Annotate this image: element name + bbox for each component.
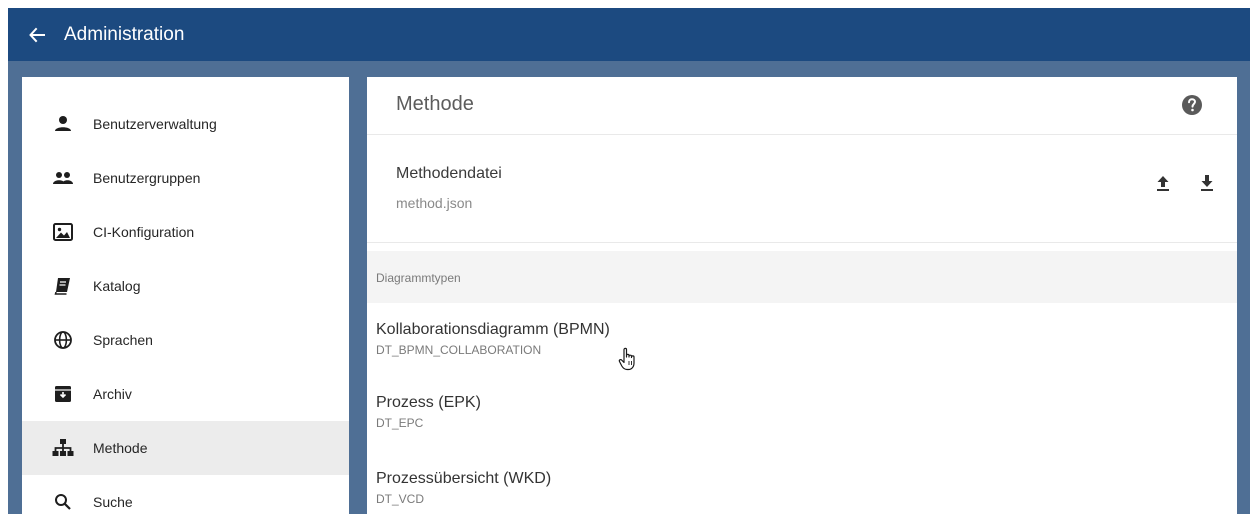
diagram-type-code: DT_EPC [376,416,424,430]
page-title: Methode [396,93,474,115]
upload-button[interactable] [1153,173,1173,193]
sidebar: Benutzerverwaltung Benutzergruppen CI-Ko… [22,77,349,514]
sidebar-item-katalog[interactable]: Katalog [22,259,349,313]
section-title: Diagrammtypen [376,271,461,285]
back-button[interactable] [26,24,48,46]
book-icon [52,275,74,297]
section-header: Diagrammtypen [367,251,1237,303]
globe-icon [52,329,74,351]
upload-icon [1157,176,1169,191]
sidebar-item-benutzerverwaltung[interactable]: Benutzerverwaltung [22,97,349,151]
method-file-label: Methodendatei [396,165,502,182]
archive-icon [52,383,74,405]
diagram-type-name: Prozess (EPK) [376,394,481,411]
sidebar-item-label: Archiv [93,386,132,402]
sidebar-item-label: Sprachen [93,332,153,348]
diagram-type-code: DT_BPMN_COLLABORATION [376,343,542,357]
sidebar-item-methode[interactable]: Methode [22,421,349,475]
sidebar-item-label: Methode [93,440,148,456]
method-file-name: method.json [396,195,473,211]
diagram-type-item[interactable]: Prozess (EPK) DT_EPC [367,394,1237,448]
sidebar-item-benutzergruppen[interactable]: Benutzergruppen [22,151,349,205]
sidebar-item-label: CI-Konfiguration [93,224,195,240]
method-panel: Methode Methodendatei method.json Diagra… [367,77,1237,514]
sidebar-item-label: Suche [93,494,133,510]
download-icon [1201,175,1213,191]
diagram-type-item[interactable]: Kollaborationsdiagramm (BPMN) DT_BPMN_CO… [367,321,1237,375]
file-divider [367,242,1237,243]
sidebar-item-sprachen[interactable]: Sprachen [22,313,349,367]
sidebar-item-archiv[interactable]: Archiv [22,367,349,421]
app-header: Administration [8,8,1250,61]
sitemap-icon [52,437,74,459]
people-icon [52,167,74,189]
sidebar-item-label: Katalog [93,278,141,294]
header-divider [367,134,1237,135]
diagram-type-item[interactable]: Prozessübersicht (WKD) DT_VCD [367,470,1237,514]
sidebar-item-suche[interactable]: Suche [22,475,349,514]
download-button[interactable] [1197,173,1217,193]
diagram-type-code: DT_VCD [376,492,425,506]
image-icon [52,221,74,243]
diagram-type-name: Kollaborationsdiagramm (BPMN) [376,321,610,338]
diagram-type-name: Prozessübersicht (WKD) [376,470,552,487]
person-icon [52,113,74,135]
search-icon [52,491,74,513]
hand-pointer-cursor-icon [618,346,638,372]
sidebar-item-label: Benutzerverwaltung [93,116,217,132]
app-title: Administration [64,23,185,45]
sidebar-item-label: Benutzergruppen [93,170,201,186]
help-button[interactable] [1181,94,1203,116]
arrow-left-icon [29,27,45,42]
sidebar-item-ci-konfiguration[interactable]: CI-Konfiguration [22,205,349,259]
help-icon [1182,95,1202,115]
